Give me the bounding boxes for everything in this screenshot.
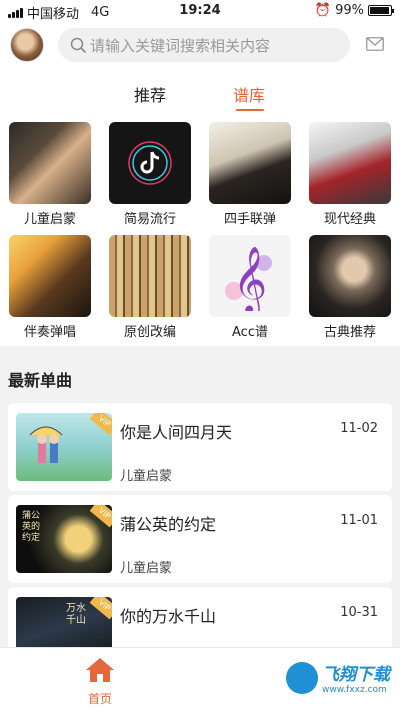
category-easy-pop[interactable]: 简易流行 bbox=[108, 122, 192, 227]
nav-home[interactable]: 首页 bbox=[80, 656, 120, 707]
section-title-new-singles: 最新单曲 bbox=[8, 371, 73, 390]
category-modern-classic[interactable]: 现代经典 bbox=[308, 122, 392, 227]
alarm-icon: ⏰ bbox=[314, 3, 332, 18]
vip-badge: VIP bbox=[89, 505, 112, 528]
category-thumbnail bbox=[209, 122, 291, 204]
category-thumbnail bbox=[109, 235, 191, 317]
cover-text: 万水千山 bbox=[66, 603, 86, 626]
tiktok-logo-icon bbox=[128, 141, 172, 185]
mail-icon[interactable] bbox=[366, 37, 384, 51]
home-icon bbox=[86, 658, 114, 682]
nav-home-label: 首页 bbox=[87, 692, 112, 706]
category-accompaniment[interactable]: 伴奏弹唱 bbox=[8, 235, 92, 340]
watermark-url: www.fxxz.com bbox=[322, 685, 387, 695]
song-title: 你是人间四月天 bbox=[120, 423, 233, 442]
category-classical[interactable]: 古典推荐 bbox=[308, 235, 392, 340]
song-date: 11-01 bbox=[340, 513, 378, 528]
watermark-text: 飞翔下载 bbox=[322, 665, 390, 685]
song-date: 10-31 bbox=[340, 605, 378, 620]
category-thumbnail bbox=[309, 235, 391, 317]
search-placeholder: 请输入关键词搜索相关内容 bbox=[90, 36, 271, 55]
search-icon bbox=[70, 37, 86, 53]
category-original-adapt[interactable]: 原创改编 bbox=[108, 235, 192, 340]
category-label: 简易流行 bbox=[123, 212, 176, 227]
category-thumbnail bbox=[109, 122, 191, 204]
tab-active-indicator bbox=[236, 109, 264, 111]
song-title: 你的万水千山 bbox=[120, 607, 217, 626]
category-grid: 儿童启蒙 简易流行 四手联弹 现代经典 伴奏弹唱 原创改编 𝄞 Acc谱 古典推… bbox=[0, 112, 400, 346]
treble-clef-icon: 𝄞 bbox=[225, 245, 272, 311]
song-category: 儿童启蒙 bbox=[120, 469, 173, 484]
category-thumbnail bbox=[9, 235, 91, 317]
battery-icon bbox=[368, 5, 394, 16]
song-cover: VIP bbox=[16, 413, 112, 481]
watermark-logo-icon bbox=[286, 661, 318, 694]
song-cover: 蒲公英的约定 VIP bbox=[16, 505, 112, 573]
category-label: 原创改编 bbox=[123, 325, 176, 340]
battery-percent: 99% bbox=[335, 3, 364, 18]
category-label: 现代经典 bbox=[323, 212, 376, 227]
category-thumbnail: 𝄞 bbox=[209, 235, 291, 317]
tab-bar: 推荐 谱库 bbox=[0, 68, 400, 112]
tab-recommend[interactable]: 推荐 bbox=[134, 82, 166, 106]
category-label: 古典推荐 bbox=[323, 325, 376, 340]
category-label: 儿童启蒙 bbox=[23, 212, 76, 227]
category-thumbnail bbox=[9, 122, 91, 204]
category-label: Acc谱 bbox=[232, 325, 268, 340]
category-acc-score[interactable]: 𝄞 Acc谱 bbox=[208, 235, 292, 340]
search-input[interactable]: 请输入关键词搜索相关内容 bbox=[58, 28, 350, 62]
song-date: 11-02 bbox=[340, 421, 378, 436]
category-thumbnail bbox=[309, 122, 391, 204]
cover-text: 蒲公英的约定 bbox=[22, 511, 41, 543]
song-category: 儿童启蒙 bbox=[120, 561, 173, 576]
category-label: 四手联弹 bbox=[223, 212, 276, 227]
bottom-nav: 首页 飞翔下载 www.fxxz.com bbox=[0, 647, 400, 711]
category-four-hands[interactable]: 四手联弹 bbox=[208, 122, 292, 227]
status-right: ⏰ 99% bbox=[314, 3, 394, 18]
status-bar: 中国移动 4G 19:24 ⏰ 99% bbox=[0, 0, 400, 22]
watermark: 飞翔下载 www.fxxz.com bbox=[286, 660, 390, 695]
category-children[interactable]: 儿童启蒙 bbox=[8, 122, 92, 227]
song-title: 蒲公英的约定 bbox=[120, 515, 217, 534]
svg-text:𝄞: 𝄞 bbox=[233, 245, 267, 311]
song-card[interactable]: VIP 你是人间四月天 11-02 儿童启蒙 bbox=[8, 403, 392, 491]
avatar[interactable] bbox=[10, 28, 44, 62]
header: 请输入关键词搜索相关内容 bbox=[0, 22, 400, 68]
category-label: 伴奏弹唱 bbox=[23, 325, 76, 340]
tab-library[interactable]: 谱库 bbox=[233, 82, 265, 106]
song-card[interactable]: 蒲公英的约定 VIP 蒲公英的约定 11-01 儿童启蒙 bbox=[8, 495, 392, 583]
